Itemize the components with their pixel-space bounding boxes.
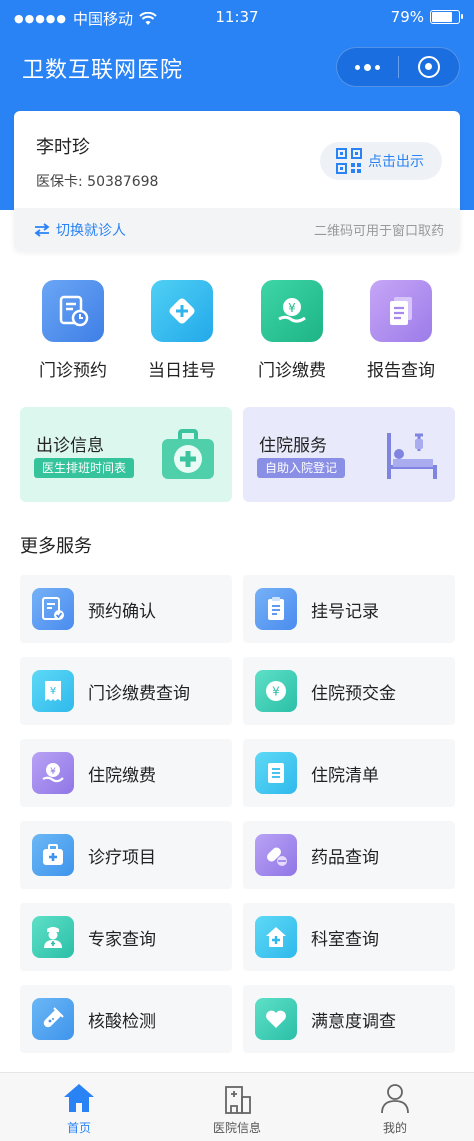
status-bar: ●●●●● 中国移动 11:37 79% — [0, 0, 474, 34]
switch-patient-label: 切换就诊人 — [56, 223, 126, 239]
quick-action-outpatient-appointment[interactable]: 门诊预约 — [18, 280, 128, 381]
switch-patient-button[interactable]: 切换就诊人 — [34, 220, 126, 240]
service-label: 门诊缴费查询 — [88, 683, 190, 704]
show-qr-label: 点击出示 — [368, 154, 424, 170]
service-label: 预约确认 — [88, 601, 156, 622]
quick-action-label: 门诊缴费 — [258, 361, 326, 381]
quick-action-outpatient-payment[interactable]: ¥ 门诊缴费 — [237, 280, 347, 381]
bottom-tab-bar: 首页 医院信息 我的 — [0, 1072, 474, 1141]
battery-status: 79% — [390, 8, 463, 26]
qr-code-icon — [336, 148, 362, 174]
insurance-card-number: 医保卡: 50387698 — [36, 174, 159, 190]
qr-hint-text: 二维码可用于窗口取药 — [313, 224, 444, 239]
close-mini-program-button[interactable] — [398, 47, 459, 87]
service-label: 专家查询 — [88, 929, 156, 950]
receipt-icon: ¥ — [32, 670, 74, 712]
hospital-house-icon — [255, 916, 297, 958]
tab-home[interactable]: 首页 — [29, 1081, 129, 1136]
medical-kit-icon — [162, 429, 214, 479]
quick-action-label: 报告查询 — [367, 361, 435, 381]
service-inpatient-list[interactable]: 住院清单 — [243, 739, 455, 807]
svg-text:¥: ¥ — [272, 685, 280, 699]
quick-action-label: 门诊预约 — [39, 361, 107, 381]
heart-icon — [255, 998, 297, 1040]
medical-kit-icon — [32, 834, 74, 876]
list-icon — [255, 752, 297, 794]
service-satisfaction-survey[interactable]: 满意度调查 — [243, 985, 455, 1053]
appointment-confirm-icon — [32, 588, 74, 630]
report-document-icon — [370, 280, 432, 342]
switch-arrows-icon — [34, 223, 50, 237]
service-label: 科室查询 — [311, 929, 379, 950]
patient-card: 李时珍 医保卡: 50387698 点击出示 切换就诊人 二维码可用于窗口取药 — [14, 111, 460, 251]
tab-profile[interactable]: 我的 — [345, 1081, 445, 1136]
service-outpatient-payment-query[interactable]: ¥ 门诊缴费查询 — [20, 657, 232, 725]
hospital-building-icon — [225, 1086, 251, 1114]
service-treatment-items[interactable]: 诊疗项目 — [20, 821, 232, 889]
service-label: 住院清单 — [311, 765, 379, 786]
banner-title: 住院服务 — [259, 436, 327, 456]
more-services-title: 更多服务 — [20, 536, 92, 557]
service-label: 核酸检测 — [88, 1011, 156, 1032]
battery-icon — [430, 10, 463, 24]
more-options-button[interactable] — [337, 47, 398, 87]
service-label: 药品查询 — [311, 847, 379, 868]
service-nucleic-acid-test[interactable]: 核酸检测 — [20, 985, 232, 1053]
tab-hospital-info[interactable]: 医院信息 — [187, 1081, 287, 1136]
registration-record-icon — [255, 588, 297, 630]
calendar-clock-icon — [42, 280, 104, 342]
patient-card-footer: 切换就诊人 二维码可用于窗口取药 — [14, 208, 460, 251]
quick-actions: 门诊预约 当日挂号 ¥ 门诊缴费 报告查询 — [0, 280, 474, 381]
service-expert-query[interactable]: 专家查询 — [20, 903, 232, 971]
battery-fill — [432, 12, 452, 22]
patient-name: 李时珍 — [36, 137, 90, 158]
svg-text:¥: ¥ — [50, 767, 56, 777]
medical-plus-icon — [151, 280, 213, 342]
service-label: 住院缴费 — [88, 765, 156, 786]
pill-icon — [255, 834, 297, 876]
doctor-icon — [32, 916, 74, 958]
yuan-coin-icon: ¥ — [255, 670, 297, 712]
svg-text:¥: ¥ — [50, 686, 56, 697]
battery-percent: 79% — [390, 8, 424, 26]
inpatient-service-banner[interactable]: 住院服务 自助入院登记 — [243, 407, 455, 502]
test-tube-icon — [32, 998, 74, 1040]
service-label: 诊疗项目 — [88, 847, 156, 868]
target-icon — [417, 56, 440, 78]
user-icon — [381, 1084, 409, 1114]
service-appointment-confirm[interactable]: 预约确认 — [20, 575, 232, 643]
svg-text:¥: ¥ — [288, 301, 296, 315]
home-icon — [64, 1084, 94, 1112]
service-registration-record[interactable]: 挂号记录 — [243, 575, 455, 643]
service-label: 挂号记录 — [311, 601, 379, 622]
show-qr-button[interactable]: 点击出示 — [320, 142, 442, 180]
hospital-bed-icon — [387, 433, 437, 479]
banner-tag: 自助入院登记 — [257, 458, 346, 478]
service-label: 满意度调查 — [311, 1011, 396, 1032]
service-drug-query[interactable]: 药品查询 — [243, 821, 455, 889]
tab-label: 医院信息 — [212, 1121, 261, 1135]
service-label: 住院预交金 — [311, 683, 396, 704]
quick-action-same-day-registration[interactable]: 当日挂号 — [127, 280, 237, 381]
tab-label: 首页 — [66, 1121, 91, 1135]
tab-label: 我的 — [382, 1121, 407, 1135]
service-inpatient-deposit[interactable]: ¥ 住院预交金 — [243, 657, 455, 725]
banner-title: 出诊信息 — [36, 436, 104, 456]
banner-tag: 医生排班时间表 — [34, 458, 135, 478]
service-department-query[interactable]: 科室查询 — [243, 903, 455, 971]
quick-action-label: 当日挂号 — [148, 361, 216, 381]
clinic-schedule-banner[interactable]: 出诊信息 医生排班时间表 — [20, 407, 232, 502]
quick-action-report-query[interactable]: 报告查询 — [346, 280, 456, 381]
service-inpatient-payment[interactable]: ¥ 住院缴费 — [20, 739, 232, 807]
yuan-hand-icon: ¥ — [261, 280, 323, 342]
mini-program-capsule — [336, 47, 460, 87]
yuan-hand-icon: ¥ — [32, 752, 74, 794]
page-title: 卫数互联网医院 — [22, 58, 184, 83]
